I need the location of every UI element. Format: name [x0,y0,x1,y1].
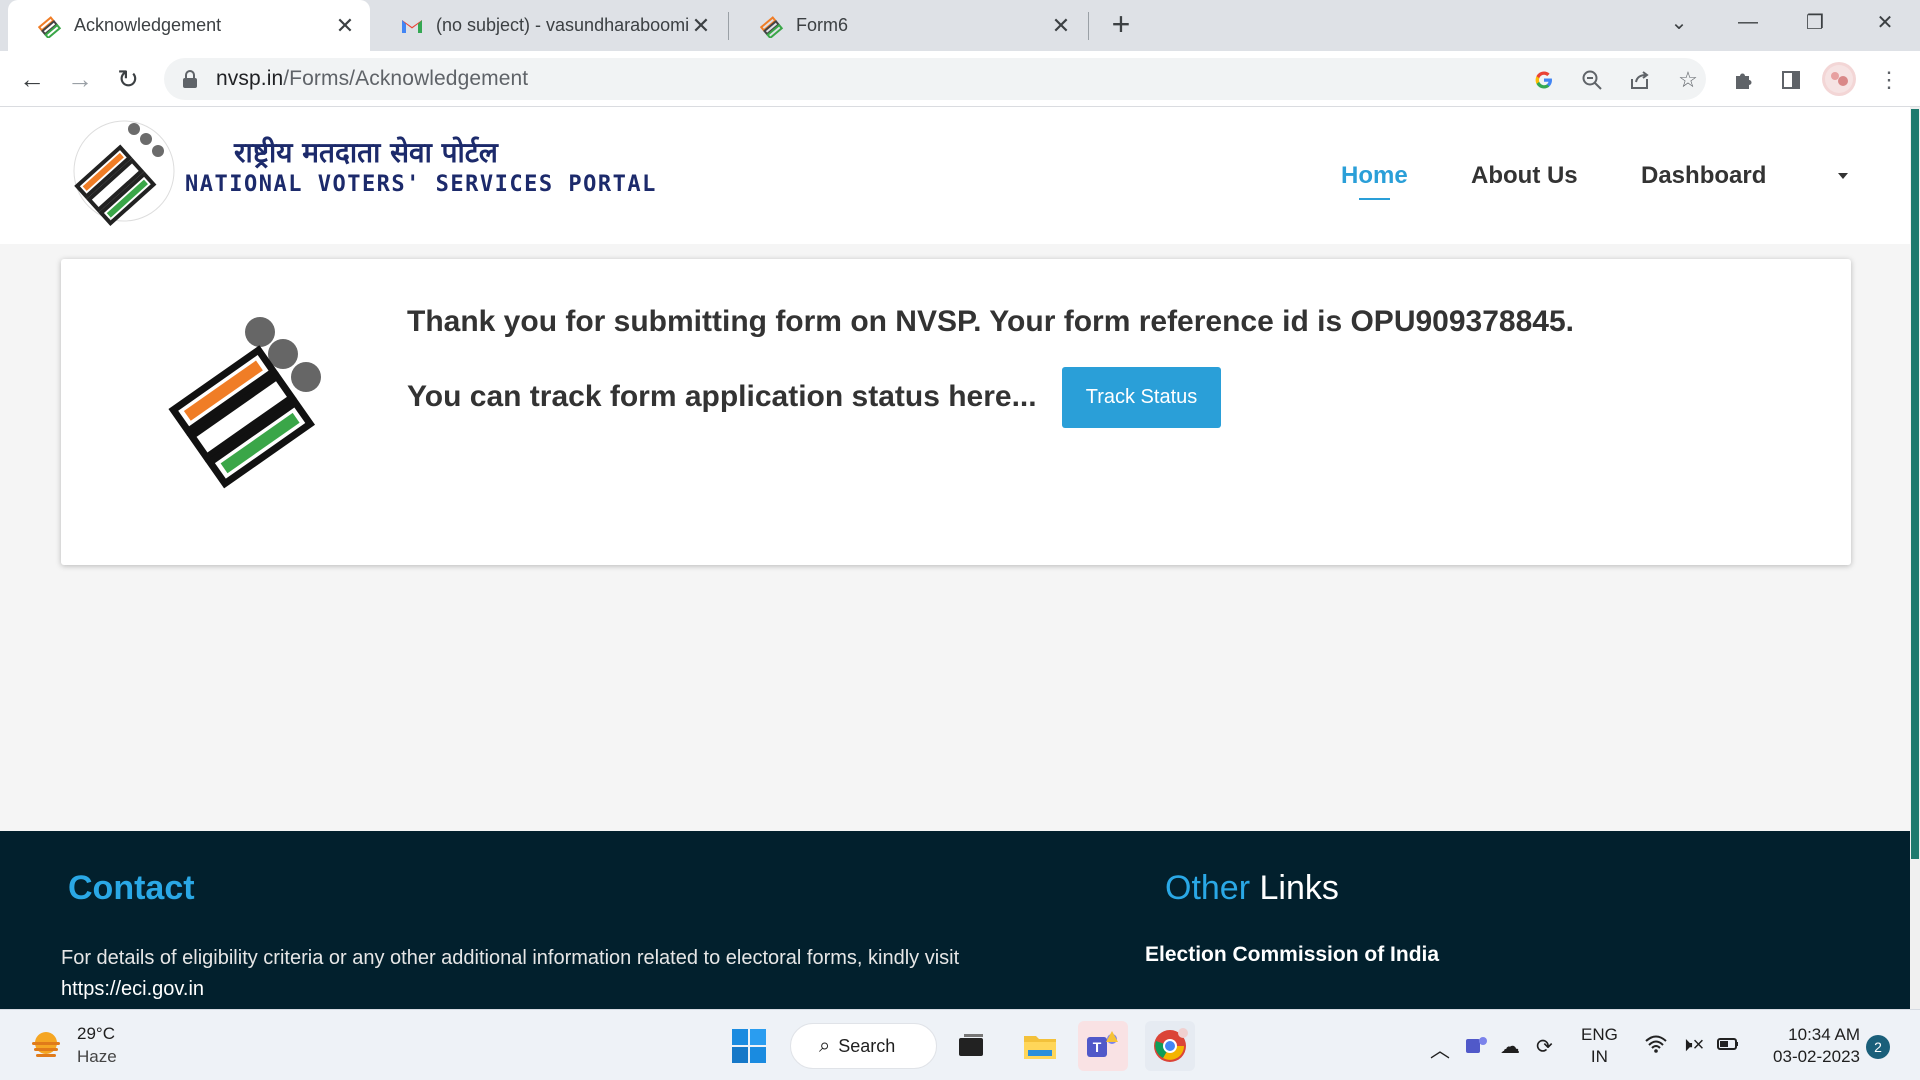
tab-form6[interactable]: Form6 ✕ [730,0,1086,51]
restore-icon[interactable]: ❐ [1790,0,1840,44]
other-links-accent: Other [1165,869,1251,907]
chrome-taskbar-icon[interactable] [1145,1021,1195,1071]
caret-down-icon[interactable] [1838,173,1848,179]
close-tab-icon[interactable]: ✕ [334,13,356,39]
web-page: राष्ट्रीय मतदाता सेवा पोर्टल NATIONAL VO… [0,107,1920,1009]
url-path: /Forms/Acknowledgement [283,67,529,90]
new-tab-button[interactable]: + [1104,8,1138,42]
svg-text:T: T [1093,1039,1102,1055]
link-election-commission[interactable]: Election Commission of India [1145,943,1439,967]
acknowledgement-card: Thank you for submitting form on NVSP. Y… [61,259,1851,565]
eci-favicon-icon [38,15,62,38]
tab-separator [1088,12,1089,40]
back-icon[interactable]: ← [14,61,50,97]
contact-heading: Contact [68,869,195,907]
close-tab-icon[interactable]: ✕ [690,13,712,39]
other-links-rest: Links [1250,869,1339,907]
reload-icon[interactable]: ↻ [110,61,146,97]
language-code: ENG [1581,1025,1618,1044]
track-status-button[interactable]: Track Status [1062,367,1221,428]
teams-icon[interactable]: T [1078,1021,1128,1071]
tab-title: Acknowledgement [74,15,222,35]
system-clock[interactable]: 10:34 AM 03-02-2023 [1760,1024,1860,1068]
scrollbar-thumb[interactable] [1911,109,1919,859]
taskbar-search[interactable]: ⌕ Search [790,1023,937,1069]
volume-muted-icon[interactable]: 🕨× [1680,1034,1704,1057]
windows-start-icon[interactable] [724,1021,774,1071]
brand-english: NATIONAL VOTERS' SERVICES PORTAL [185,172,657,197]
side-panel-icon[interactable] [1776,65,1806,95]
tab-gmail[interactable]: (no subject) - vasundharaboomi@ ✕ [370,0,726,51]
eci-favicon-icon [760,15,784,38]
acknowledgement-message: Thank you for submitting form on NVSP. Y… [407,305,1574,338]
onedrive-icon[interactable]: ☁ [1500,1034,1520,1059]
task-view-icon[interactable] [946,1021,996,1071]
nav-home[interactable]: Home [1341,162,1408,200]
url-host: nvsp.in [216,67,284,90]
close-tab-icon[interactable]: ✕ [1050,13,1072,39]
tab-title: Form6 [796,15,849,35]
track-prompt: You can track form application status he… [407,380,1037,413]
close-window-icon[interactable]: ✕ [1860,0,1910,44]
weather-description: Haze [77,1047,117,1066]
url-text: nvsp.in/Forms/Acknowledgement [216,67,528,91]
search-icon: ⌕ [819,1034,831,1057]
other-links-heading: Other Links [1165,869,1339,908]
weather-temperature: 29°C [77,1024,115,1043]
minimize-icon[interactable]: — [1723,0,1773,44]
show-hidden-icons-chevron-icon[interactable]: ︿ [1430,1034,1450,1063]
file-explorer-icon[interactable] [1015,1021,1065,1071]
profile-avatar[interactable] [1822,62,1856,96]
browser-toolbar: ← → ↻ nvsp.in/Forms/Acknowledgement ☆ ⋮ [0,51,1920,107]
eci-logo [168,317,321,489]
windows-taskbar: 29°C Haze ⌕ Search T ︿ ☁ ⟳ ENG IN 🕨× 10:… [0,1009,1920,1080]
eci-website-link[interactable]: https://eci.gov.in [61,978,204,1000]
contact-text: For details of eligibility criteria or a… [61,943,1071,1005]
haze-weather-icon[interactable] [28,1028,64,1064]
site-footer: Contact Other Links For details of eligi… [0,831,1910,1009]
forward-icon[interactable]: → [62,61,98,97]
brand-hindi: राष्ट्रीय मतदाता सेवा पोर्टल [234,136,498,169]
share-icon[interactable] [1626,66,1654,94]
tab-title: (no subject) - vasundharaboomi@ [436,15,690,35]
lock-icon [183,70,197,88]
notification-badge[interactable]: 2 [1866,1035,1890,1059]
browser-tabstrip: Acknowledgement ✕ (no subject) - vasundh… [0,0,1920,51]
zoom-out-icon[interactable] [1578,66,1606,94]
tab-separator [728,12,729,40]
bookmark-star-icon[interactable]: ☆ [1674,66,1702,94]
battery-icon[interactable] [1716,1034,1740,1060]
contact-description: For details of eligibility criteria or a… [61,947,960,969]
google-icon[interactable] [1530,66,1558,94]
gmail-icon [402,19,422,33]
nav-dashboard[interactable]: Dashboard [1641,162,1766,190]
region-code: IN [1590,1047,1608,1066]
nav-about-us[interactable]: About Us [1471,162,1578,190]
clock-date: 03-02-2023 [1773,1047,1860,1066]
language-indicator[interactable]: ENG IN [1581,1024,1618,1068]
nvsp-logo[interactable] [68,115,180,227]
clock-time: 10:34 AM [1788,1025,1860,1044]
tab-search-dropdown-icon[interactable]: ⌄ [1654,0,1704,44]
tab-acknowledgement[interactable]: Acknowledgement ✕ [8,0,370,51]
search-label: Search [838,1035,896,1056]
teams-tray-icon[interactable] [1464,1034,1488,1062]
sync-icon[interactable]: ⟳ [1536,1034,1553,1059]
extensions-icon[interactable] [1728,65,1758,95]
site-header: राष्ट्रीय मतदाता सेवा पोर्टल NATIONAL VO… [0,107,1910,244]
chrome-menu-icon[interactable]: ⋮ [1874,65,1904,95]
wifi-icon[interactable] [1644,1034,1668,1060]
address-bar[interactable]: nvsp.in/Forms/Acknowledgement ☆ [164,58,1706,100]
